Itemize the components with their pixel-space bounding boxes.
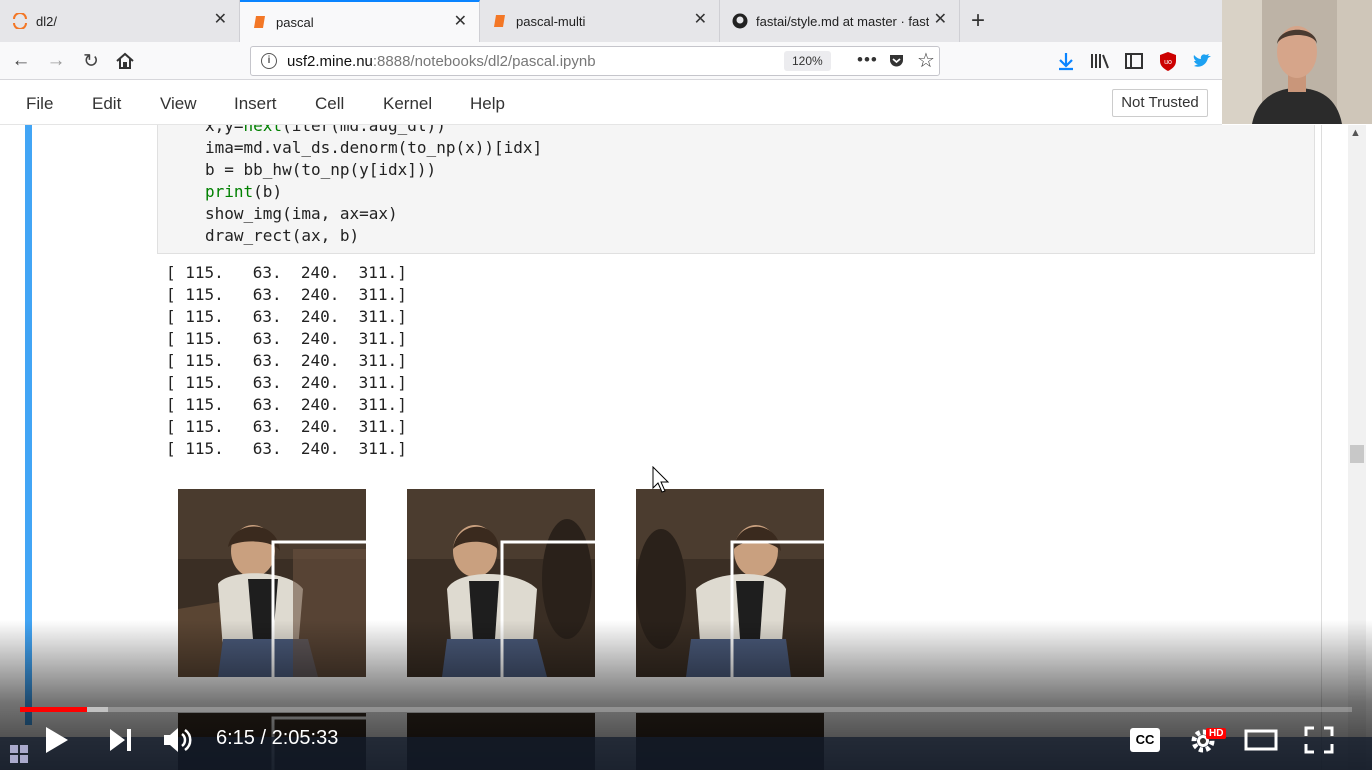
zoom-level[interactable]: 120% [784, 51, 831, 71]
jupyter-icon [13, 13, 27, 29]
url-bar[interactable]: i usf2.mine.nu:8888/notebooks/dl2/pascal… [250, 46, 940, 76]
menu-help[interactable]: Help [470, 94, 505, 114]
browser-tab-bar: dl2/ ✕ pascal ✕ pascal-multi ✕ fastai/st… [0, 0, 1222, 42]
scroll-up-icon[interactable]: ▲ [1350, 127, 1361, 139]
url-path: :8888/notebooks/dl2/pascal.ipynb [372, 52, 596, 70]
url-host: usf2.mine.nu [287, 52, 373, 70]
menu-edit[interactable]: Edit [92, 94, 121, 114]
svg-text:uo: uo [1164, 59, 1172, 66]
ublock-icon[interactable]: uo [1157, 50, 1179, 72]
output-line: [ 115. 63. 240. 311.] [166, 417, 407, 436]
code-line: show_img(ima, ax=ax) [205, 204, 398, 223]
next-icon[interactable] [108, 727, 134, 753]
info-icon[interactable]: i [261, 53, 277, 69]
mouse-cursor-icon [652, 466, 670, 493]
code-line: b = bb_hw(to_np(y[idx])) [205, 160, 437, 179]
menu-cell[interactable]: Cell [315, 94, 344, 114]
webcam-overlay [1222, 0, 1372, 124]
hd-badge: HD [1206, 728, 1227, 739]
volume-icon[interactable] [162, 725, 194, 755]
output-line: [ 115. 63. 240. 311.] [166, 373, 407, 392]
output-line: [ 115. 63. 240. 311.] [166, 395, 407, 414]
pocket-icon[interactable] [888, 52, 905, 69]
bookmark-star-icon[interactable]: ☆ [917, 48, 935, 73]
video-time: 6:15 / 2:05:33 [216, 727, 339, 749]
forward-icon[interactable]: → [45, 50, 67, 72]
windows-taskbar [0, 737, 1372, 770]
menu-file[interactable]: File [26, 94, 53, 114]
new-tab-icon[interactable]: + [960, 0, 996, 42]
video-progress-played [20, 707, 87, 712]
close-icon[interactable]: ✕ [694, 12, 707, 28]
menu-kernel[interactable]: Kernel [383, 94, 432, 114]
tab-pascal-multi[interactable]: pascal-multi ✕ [480, 0, 720, 42]
tab-dl2[interactable]: dl2/ ✕ [0, 0, 240, 42]
jupyter-menubar: File Edit View Insert Cell Kernel Help N… [0, 81, 1222, 125]
twitter-icon[interactable] [1191, 50, 1213, 72]
output-line: [ 115. 63. 240. 311.] [166, 263, 407, 282]
play-icon[interactable] [44, 725, 70, 755]
notebook-icon [254, 16, 265, 28]
output-line: [ 115. 63. 240. 311.] [166, 329, 407, 348]
back-icon[interactable]: ← [10, 50, 32, 72]
tab-pascal[interactable]: pascal ✕ [240, 0, 480, 42]
tab-label: pascal-multi [516, 13, 586, 29]
tab-label: fastai/style.md at master · fasta [756, 13, 929, 29]
code-line: print(b) [205, 182, 283, 201]
close-icon[interactable]: ✕ [934, 12, 947, 28]
close-icon[interactable]: ✕ [214, 12, 227, 28]
navigation-bar: ← → ↻ i usf2.mine.nu:8888/notebooks/dl2/… [0, 42, 1222, 80]
screen: { "browser": { "tabs": [ {"label": "dl2/… [0, 0, 1372, 770]
close-icon[interactable]: ✕ [454, 14, 467, 30]
scrollbar-thumb[interactable] [1350, 445, 1364, 463]
tab-github-style[interactable]: fastai/style.md at master · fasta ✕ [720, 0, 960, 42]
notebook-icon [494, 15, 505, 27]
video-progress-bar[interactable] [20, 707, 1352, 712]
page-actions-icon[interactable]: ••• [857, 50, 878, 70]
fullscreen-icon[interactable] [1304, 726, 1334, 754]
code-line: x,y=next(iter(md.aug_dl)) [205, 125, 446, 135]
sidebar-icon[interactable] [1123, 50, 1145, 72]
library-icon[interactable] [1089, 50, 1111, 72]
code-line: draw_rect(ax, b) [205, 226, 360, 245]
menu-insert[interactable]: Insert [234, 94, 277, 114]
reload-icon[interactable]: ↻ [80, 50, 102, 72]
download-icon[interactable] [1055, 50, 1077, 72]
output-line: [ 115. 63. 240. 311.] [166, 351, 407, 370]
output-line: [ 115. 63. 240. 311.] [166, 285, 407, 304]
home-icon[interactable] [114, 50, 136, 72]
presenter-video [1222, 0, 1372, 124]
windows-start-icon[interactable] [10, 745, 28, 763]
theater-mode-icon[interactable] [1244, 728, 1278, 752]
output-line: [ 115. 63. 240. 311.] [166, 439, 407, 458]
tab-label: dl2/ [36, 13, 57, 29]
github-icon [732, 13, 748, 29]
tab-label: pascal [276, 14, 314, 30]
output-line: [ 115. 63. 240. 311.] [166, 307, 407, 326]
trust-status-button[interactable]: Not Trusted [1112, 89, 1208, 117]
menu-view[interactable]: View [160, 94, 197, 114]
code-line: ima=md.val_ds.denorm(to_np(x))[idx] [205, 138, 543, 157]
captions-button[interactable]: CC [1130, 728, 1160, 752]
